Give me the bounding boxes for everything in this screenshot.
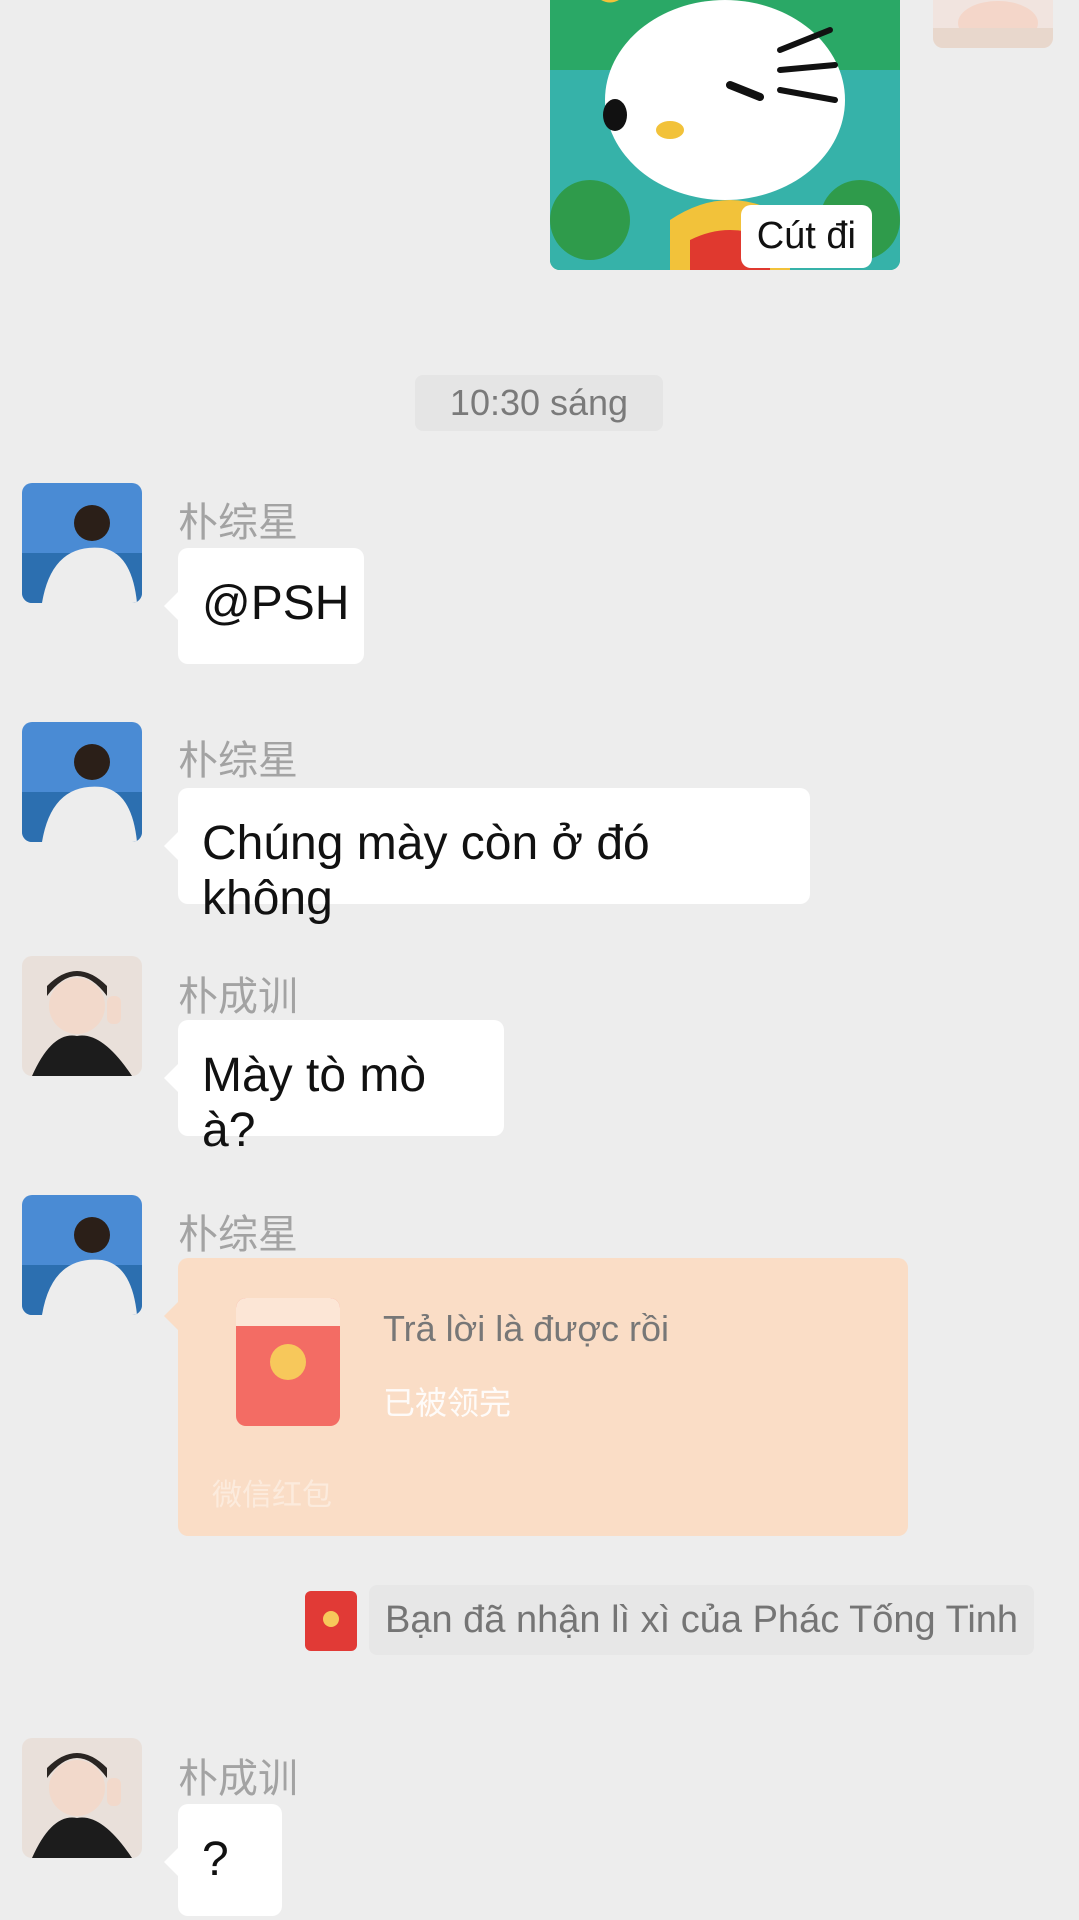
message-text: Chúng mày còn ở đó không	[202, 817, 650, 925]
red-packet-brand: 微信红包	[212, 1479, 332, 1512]
system-notice: Bạn đã nhận lì xì của Phác Tống Tinh	[305, 1585, 1045, 1655]
timestamp: 10:30 sáng	[415, 375, 663, 431]
message-bubble[interactable]: @PSH	[164, 548, 364, 664]
sender-name: 朴综星	[178, 1213, 298, 1257]
message-bubble[interactable]: Chúng mày còn ở đó không	[164, 788, 810, 925]
sender-name: 朴成训	[178, 975, 298, 1019]
avatar-sender[interactable]	[22, 1738, 142, 1858]
message-text: @PSH	[202, 577, 350, 630]
red-packet-card[interactable]: Trả lời là được rồi 已被领完 微信红包	[164, 1258, 908, 1536]
sender-name: 朴综星	[178, 501, 298, 545]
red-envelope-icon	[305, 1591, 357, 1651]
avatar-sender[interactable]	[22, 956, 142, 1076]
red-envelope-icon	[236, 1298, 340, 1426]
self-avatar[interactable]	[933, 0, 1053, 48]
sticker-caption: Cút đi	[740, 205, 872, 268]
sticker-image[interactable]: Cút đi	[550, 0, 900, 270]
message-bubble[interactable]: ?	[164, 1804, 282, 1916]
sender-name: 朴综星	[178, 739, 298, 783]
avatar-sender[interactable]	[22, 1195, 142, 1315]
message-text: ?	[202, 1833, 229, 1886]
notice-text[interactable]: Bạn đã nhận lì xì của Phác Tống Tinh	[369, 1585, 1035, 1655]
avatar-sender[interactable]	[22, 483, 142, 603]
red-packet-title: Trả lời là được rồi	[383, 1308, 670, 1349]
message-text: Mày tò mò à?	[202, 1049, 427, 1157]
red-packet-status: 已被领完	[383, 1385, 512, 1421]
sender-name: 朴成训	[178, 1757, 298, 1801]
avatar-sender[interactable]	[22, 722, 142, 842]
message-bubble[interactable]: Mày tò mò à?	[164, 1020, 504, 1157]
